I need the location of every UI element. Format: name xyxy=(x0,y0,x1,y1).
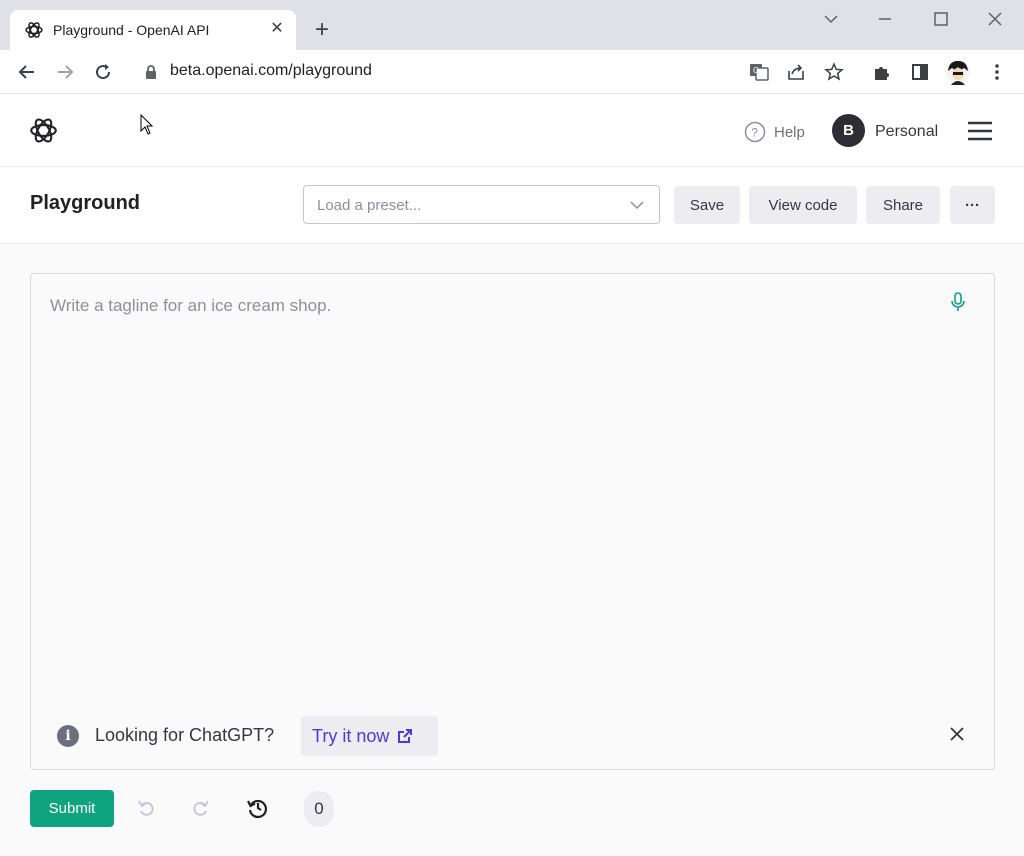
chevron-down-icon xyxy=(630,201,644,210)
browser-tab[interactable]: Playground - OpenAI API ✕ xyxy=(10,10,296,50)
tab-close-icon[interactable]: ✕ xyxy=(267,19,287,39)
redo-icon[interactable] xyxy=(189,796,213,820)
playground-main: i Looking for ChatGPT? Try it now Submit… xyxy=(0,245,1024,856)
hamburger-menu-icon[interactable] xyxy=(966,120,994,142)
external-link-icon xyxy=(398,729,413,743)
back-icon[interactable] xyxy=(13,58,41,86)
new-tab-button[interactable]: + xyxy=(308,16,336,44)
undo-icon[interactable] xyxy=(134,796,158,820)
kebab-menu-icon[interactable] xyxy=(983,58,1011,86)
user-avatar[interactable]: B xyxy=(832,114,865,147)
preset-placeholder: Load a preset... xyxy=(317,197,422,214)
view-code-button[interactable]: View code xyxy=(749,186,857,224)
tab-title: Playground - OpenAI API xyxy=(53,22,210,38)
browser-toolbar: beta.openai.com/playground G xyxy=(0,50,1024,94)
more-options-button[interactable]: ··· xyxy=(950,186,995,224)
close-notice-icon[interactable] xyxy=(948,725,966,743)
sidepanel-icon[interactable] xyxy=(906,58,934,86)
page-title: Playground xyxy=(30,192,141,214)
openai-logo-icon[interactable] xyxy=(28,115,59,146)
chevron-down-icon[interactable] xyxy=(816,8,846,30)
try-chatgpt-label: Try it now xyxy=(312,725,390,746)
address-bar-url[interactable]: beta.openai.com/playground xyxy=(170,62,372,80)
help-link[interactable]: ? Help xyxy=(744,121,805,143)
forward-icon[interactable] xyxy=(51,58,79,86)
star-icon[interactable] xyxy=(820,58,848,86)
playground-titlebar: Playground Load a preset... Save View co… xyxy=(0,167,1024,244)
profile-avatar[interactable] xyxy=(944,58,972,86)
svg-text:?: ? xyxy=(751,126,758,140)
openai-logo-icon xyxy=(25,22,43,38)
share-icon[interactable] xyxy=(782,58,810,86)
microphone-icon[interactable] xyxy=(950,292,966,312)
reload-icon[interactable] xyxy=(89,58,117,86)
chatgpt-notice-text: Looking for ChatGPT? xyxy=(95,725,275,745)
help-icon: ? xyxy=(744,121,766,143)
translate-icon[interactable]: G xyxy=(745,58,773,86)
info-icon: i xyxy=(57,725,79,747)
close-icon[interactable] xyxy=(980,8,1010,30)
org-label[interactable]: Personal xyxy=(875,123,938,141)
prompt-editor: i Looking for ChatGPT? Try it now xyxy=(30,273,995,770)
lock-icon[interactable] xyxy=(144,64,158,80)
share-button[interactable]: Share xyxy=(866,186,940,224)
browser-tabstrip: Playground - OpenAI API ✕ + xyxy=(0,0,1024,50)
prompt-input[interactable] xyxy=(50,296,930,316)
preset-select[interactable]: Load a preset... xyxy=(303,185,660,224)
extensions-icon[interactable] xyxy=(868,58,896,86)
save-button[interactable]: Save xyxy=(674,186,740,224)
history-icon[interactable] xyxy=(246,796,270,820)
mouse-cursor-icon xyxy=(140,114,154,135)
minimize-icon[interactable] xyxy=(870,8,900,30)
maximize-icon[interactable] xyxy=(926,8,956,30)
token-count-badge: 0 xyxy=(304,791,334,827)
try-chatgpt-button[interactable]: Try it now xyxy=(301,716,438,756)
submit-button[interactable]: Submit xyxy=(30,790,114,827)
svg-text:G: G xyxy=(753,66,759,75)
help-label: Help xyxy=(774,123,805,141)
